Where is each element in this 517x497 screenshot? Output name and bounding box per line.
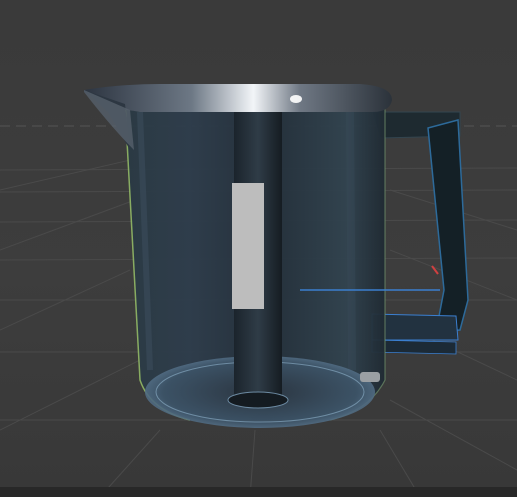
3d-viewport[interactable] (0, 0, 517, 497)
pole-foot (227, 391, 289, 409)
viewport-canvas (0, 84, 517, 497)
power-base-button (360, 372, 380, 382)
viewport-status-strip (0, 487, 517, 497)
kettle-handle (371, 111, 469, 355)
water-gauge (232, 183, 264, 309)
